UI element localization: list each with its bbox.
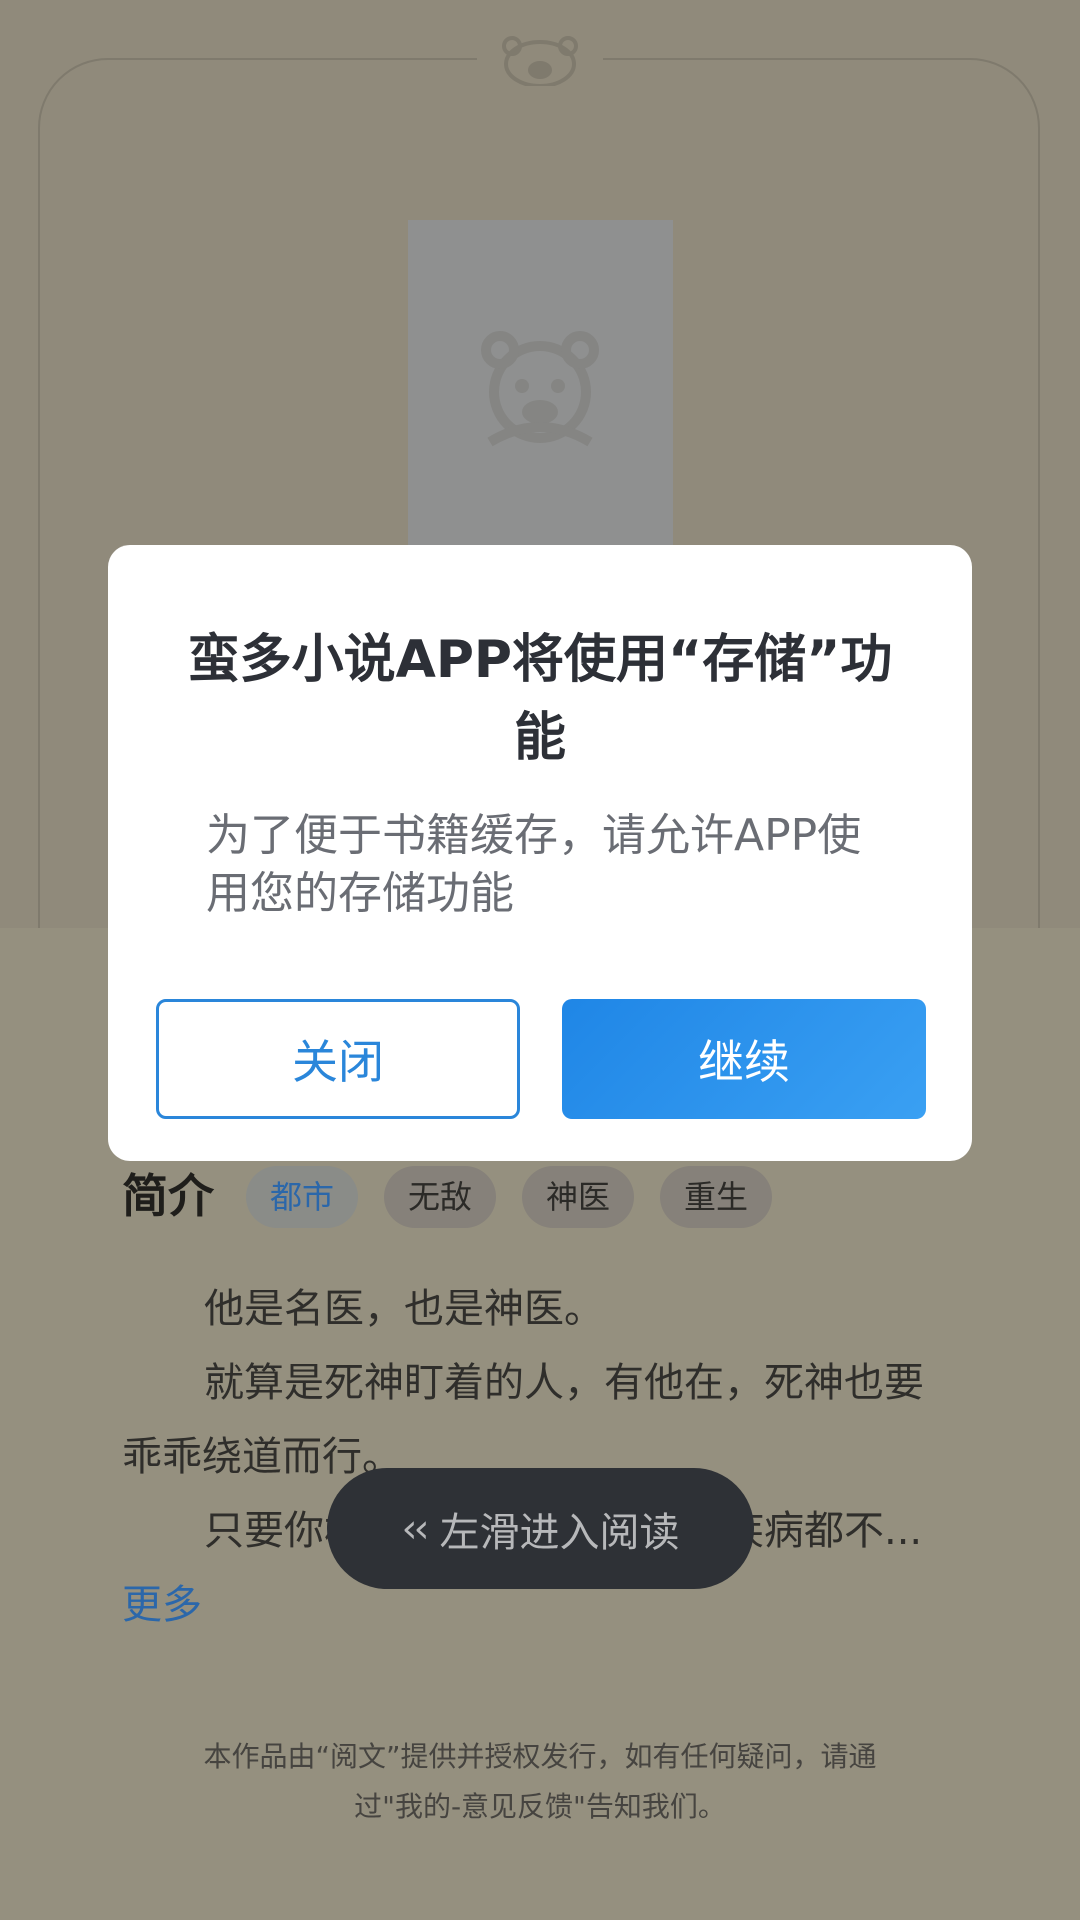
placeholder-bear-icon xyxy=(481,331,599,447)
hint-label: 左滑进入阅读 xyxy=(439,1509,680,1556)
tag-list: 都市 无敌 神医 重生 xyxy=(246,1166,773,1228)
tag-urban[interactable]: 都市 xyxy=(246,1166,359,1228)
intro-title: 简介 xyxy=(122,1169,214,1223)
tag-doctor[interactable]: 神医 xyxy=(522,1166,635,1228)
permission-dialog: 蛮多小说APP将使用“存储”功能 为了便于书籍缓存，请允许APP使用您的存储功能… xyxy=(108,545,972,1161)
tag-rebirth[interactable]: 重生 xyxy=(660,1166,773,1228)
bear-logo-icon xyxy=(502,36,578,86)
dialog-title: 蛮多小说APP将使用“存储”功能 xyxy=(187,630,893,768)
chevrons-left-icon: ‹‹ xyxy=(401,1505,430,1552)
continue-button[interactable]: 继续 xyxy=(562,999,926,1119)
swipe-to-read-hint[interactable]: ‹‹ 左滑进入阅读 xyxy=(327,1468,754,1589)
tag-invincible[interactable]: 无敌 xyxy=(384,1166,497,1228)
close-button[interactable]: 关闭 xyxy=(156,999,520,1119)
dialog-body: 为了便于书籍缓存，请允许APP使用您的存储功能 xyxy=(206,810,862,919)
more-link[interactable]: 更多 xyxy=(122,1582,202,1628)
copyright-note: 本作品由“阅文”提供并授权发行，如有任何疑问，请通过"我的-意见反馈"告知我们。 xyxy=(203,1740,877,1823)
description-line: 他是名医，也是神医。 xyxy=(204,1286,604,1332)
